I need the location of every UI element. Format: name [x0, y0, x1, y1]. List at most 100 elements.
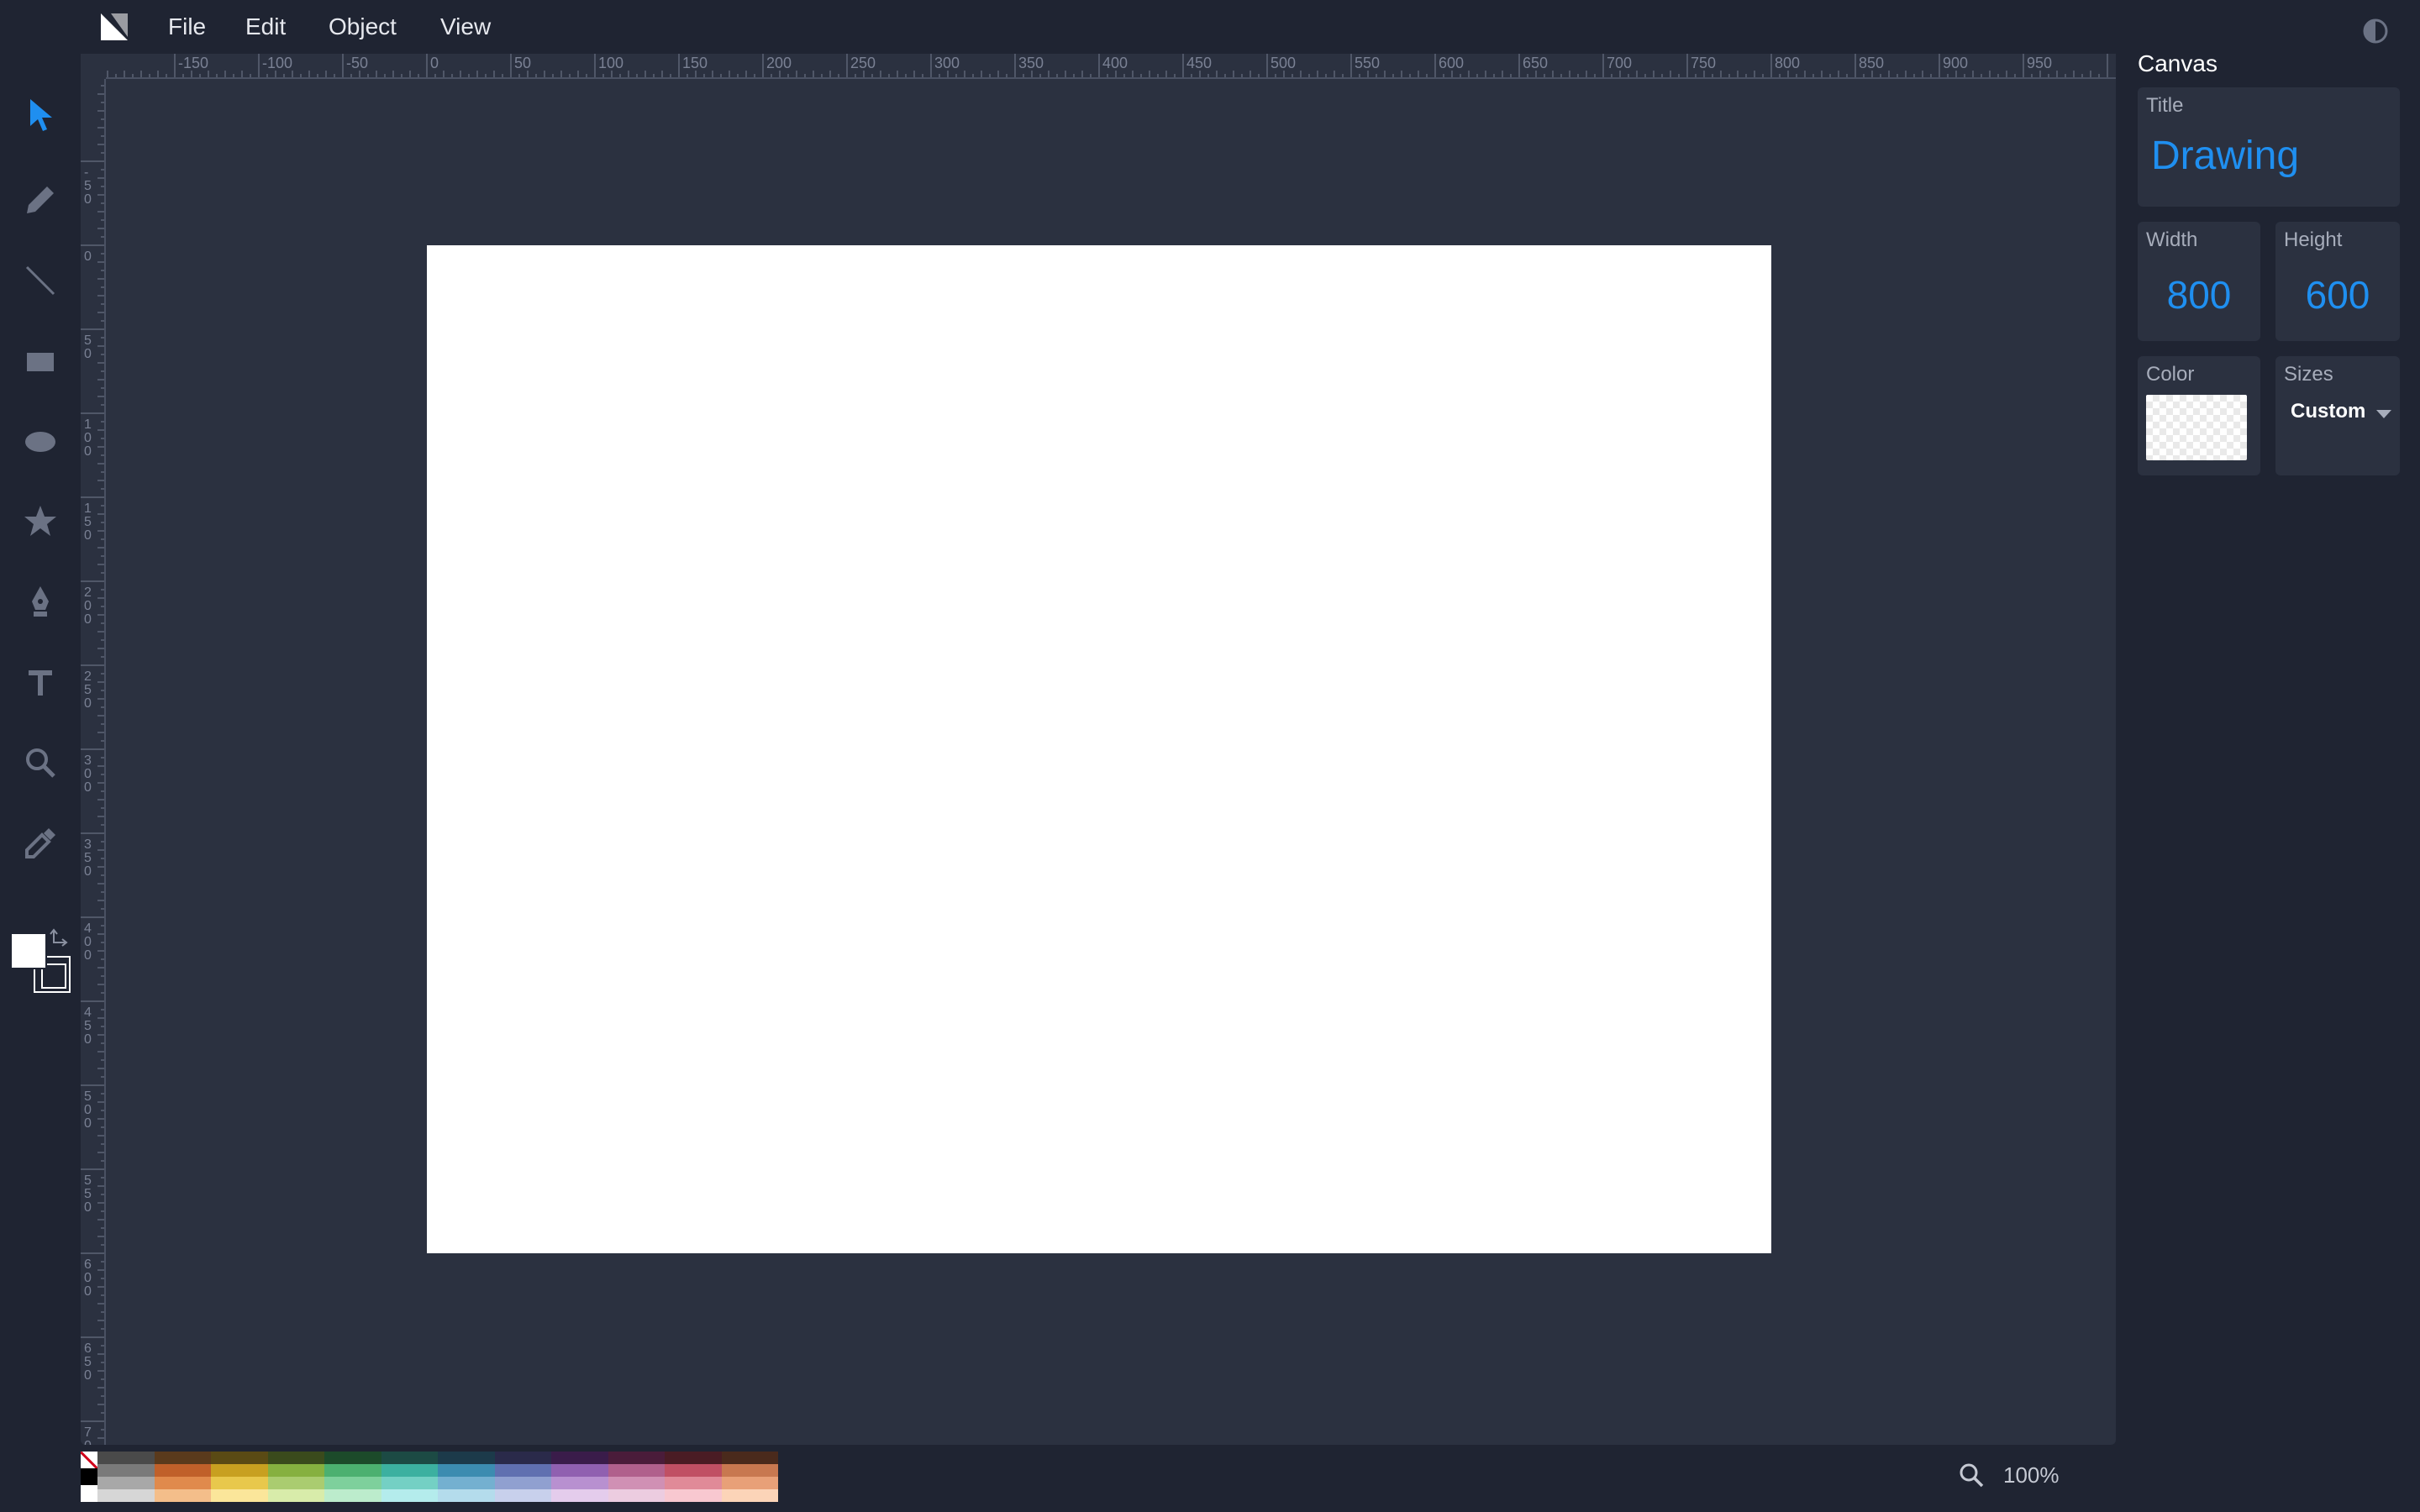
zoom-level[interactable]: 100%: [2003, 1460, 2060, 1490]
palette-swatch[interactable]: [324, 1489, 381, 1502]
palette-swatch[interactable]: [494, 1452, 551, 1464]
ruler-label: 0: [84, 612, 92, 627]
width-field[interactable]: Width 800: [2138, 222, 2260, 341]
menu-view[interactable]: View: [440, 12, 491, 42]
palette-swatch[interactable]: [721, 1477, 778, 1489]
title-field[interactable]: Title Drawing: [2138, 87, 2400, 207]
palette-swatch[interactable]: [211, 1452, 268, 1464]
palette-swatch[interactable]: [211, 1489, 268, 1502]
title-input[interactable]: Drawing: [2151, 133, 2299, 179]
palette-swatch[interactable]: [211, 1464, 268, 1477]
palette-swatch[interactable]: [608, 1452, 665, 1464]
palette-white-swatch[interactable]: [81, 1485, 97, 1502]
palette-swatch[interactable]: [154, 1489, 211, 1502]
palette-swatch[interactable]: [494, 1489, 551, 1502]
palette-swatch[interactable]: [381, 1452, 438, 1464]
star-tool-button[interactable]: [15, 496, 66, 546]
pen-tool-button[interactable]: [15, 576, 66, 627]
color-field[interactable]: Color: [2138, 356, 2260, 475]
palette-swatch[interactable]: [267, 1489, 324, 1502]
ruler-label: 800: [1775, 55, 1800, 71]
line-tool-button[interactable]: [15, 255, 66, 306]
canvas-color-swatch[interactable]: [2146, 395, 2247, 460]
ruler-label: 5: [84, 515, 92, 529]
palette-swatch[interactable]: [721, 1489, 778, 1502]
palette-swatch[interactable]: [211, 1477, 268, 1489]
width-input[interactable]: 800: [2138, 272, 2260, 318]
palette-swatch[interactable]: [721, 1464, 778, 1477]
palette-swatch[interactable]: [267, 1477, 324, 1489]
palette-swatch[interactable]: [551, 1452, 608, 1464]
palette-column: [97, 1452, 155, 1502]
palette-swatch[interactable]: [438, 1489, 495, 1502]
palette-swatch[interactable]: [97, 1452, 155, 1464]
ruler-label: 5: [84, 1355, 92, 1369]
ruler-label: 1: [84, 501, 92, 516]
palette-swatch[interactable]: [154, 1464, 211, 1477]
sizes-dropdown[interactable]: Custom: [2291, 400, 2365, 423]
sizes-field[interactable]: Sizes Custom: [2275, 356, 2400, 475]
ellipse-tool-button[interactable]: [15, 417, 66, 467]
palette-swatch[interactable]: [97, 1464, 155, 1477]
theme-toggle-icon[interactable]: [2361, 17, 2390, 45]
app-logo-icon[interactable]: [99, 12, 129, 42]
palette-swatch[interactable]: [267, 1464, 324, 1477]
menu-edit[interactable]: Edit: [245, 12, 286, 42]
palette-column: [324, 1452, 381, 1502]
palette-swatch[interactable]: [665, 1477, 722, 1489]
ruler-label: 5: [84, 1019, 92, 1033]
palette-swatch[interactable]: [608, 1464, 665, 1477]
menu-file[interactable]: File: [168, 12, 206, 42]
palette-swatch[interactable]: [551, 1489, 608, 1502]
palette-none-swatch[interactable]: [81, 1452, 97, 1468]
ruler-label: 0: [84, 249, 92, 264]
swap-colors-icon[interactable]: [49, 927, 71, 949]
palette-swatch[interactable]: [381, 1477, 438, 1489]
palette-swatch[interactable]: [551, 1464, 608, 1477]
palette-swatch[interactable]: [154, 1477, 211, 1489]
palette-swatch[interactable]: [608, 1477, 665, 1489]
palette-swatch[interactable]: [324, 1464, 381, 1477]
palette-swatch[interactable]: [494, 1477, 551, 1489]
palette-swatch[interactable]: [665, 1489, 722, 1502]
palette-swatch[interactable]: [665, 1452, 722, 1464]
ruler-label: 150: [682, 55, 708, 71]
pencil-icon: [27, 186, 54, 213]
zoom-icon[interactable]: [1958, 1462, 1985, 1488]
eyedropper-tool-button[interactable]: [15, 818, 66, 869]
palette-swatch[interactable]: [324, 1452, 381, 1464]
palette-swatch[interactable]: [494, 1464, 551, 1477]
palette-swatch[interactable]: [381, 1464, 438, 1477]
palette-swatch[interactable]: [721, 1452, 778, 1464]
rectangle-tool-button[interactable]: [15, 336, 66, 386]
ruler-label: 0: [84, 864, 92, 879]
text-tool-button[interactable]: [15, 657, 66, 707]
pencil-tool-button[interactable]: [15, 175, 66, 225]
height-input[interactable]: 600: [2275, 272, 2400, 318]
zoom-tool-button[interactable]: [15, 738, 66, 788]
select-tool-button[interactable]: [15, 89, 66, 139]
palette-swatch[interactable]: [97, 1489, 155, 1502]
palette-swatch[interactable]: [438, 1452, 495, 1464]
palette-swatch[interactable]: [97, 1477, 155, 1489]
palette-swatch[interactable]: [381, 1489, 438, 1502]
ruler-label: 0: [84, 347, 92, 361]
palette-black-swatch[interactable]: [81, 1468, 97, 1485]
workspace[interactable]: -150 -100 -50 0 50 100 150 200 250 300 350 400 450 50…: [81, 54, 2116, 1445]
palette-swatch[interactable]: [267, 1452, 324, 1464]
vertical-ruler: -500501001502002503003504004505005506006…: [81, 79, 106, 1445]
fill-color-swatch[interactable]: [10, 932, 47, 969]
menu-object[interactable]: Object: [329, 12, 397, 42]
canvas-artboard[interactable]: [427, 245, 1771, 1253]
palette-swatch[interactable]: [154, 1452, 211, 1464]
palette-swatch[interactable]: [665, 1464, 722, 1477]
palette-swatch[interactable]: [438, 1464, 495, 1477]
ruler-label: 950: [2027, 55, 2052, 71]
palette-swatch[interactable]: [551, 1477, 608, 1489]
height-field[interactable]: Height 600: [2275, 222, 2400, 341]
ruler-label: 3: [84, 837, 92, 852]
palette-swatch[interactable]: [324, 1477, 381, 1489]
palette-swatch[interactable]: [438, 1477, 495, 1489]
chevron-down-icon[interactable]: [2376, 410, 2391, 418]
palette-swatch[interactable]: [608, 1489, 665, 1502]
